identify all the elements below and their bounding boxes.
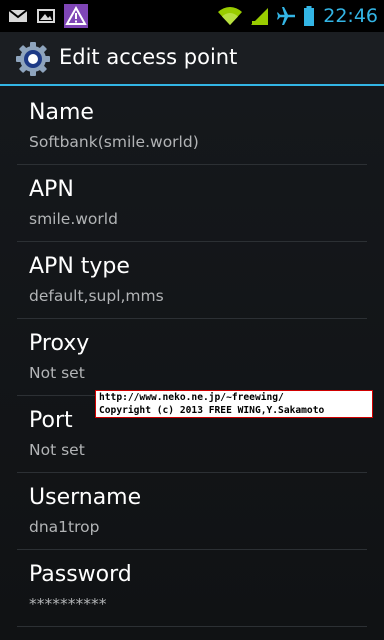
pref-item-apn[interactable]: APN smile.world <box>17 165 367 242</box>
pref-title: Proxy <box>29 331 90 356</box>
pref-summary: dna1trop <box>29 518 100 536</box>
battery-icon <box>304 6 315 26</box>
pref-item-proxy[interactable]: Proxy Not set <box>17 319 367 396</box>
watermark-url: http://www.neko.ne.jp/~freewing/ <box>99 392 284 403</box>
pref-item-apn-type[interactable]: APN type default,supl,mms <box>17 242 367 319</box>
pref-summary: default,supl,mms <box>29 287 164 305</box>
watermark-copyright: Copyright (c) 2013 FREE WING,Y.Sakamoto <box>99 405 325 416</box>
settings-gear-icon[interactable] <box>14 40 52 78</box>
pref-summary: ********** <box>29 595 107 613</box>
pref-title: APN type <box>29 254 130 279</box>
clock: 22:46 <box>323 5 378 27</box>
wifi-icon <box>218 7 243 25</box>
pref-summary: Softbank(smile.world) <box>29 133 199 151</box>
copyright-watermark: http://www.neko.ne.jp/~freewing/ Copyrig… <box>95 390 373 418</box>
pref-title: Username <box>29 485 142 510</box>
pref-title: Name <box>29 100 94 125</box>
pref-item-username[interactable]: Username dna1trop <box>17 473 367 550</box>
screen: 22:46 Edit access point Name Softbank(sm… <box>0 0 384 640</box>
gallery-icon <box>37 9 55 23</box>
system-status: 22:46 <box>217 0 378 32</box>
preference-list: Name Softbank(smile.world) APN smile.wor… <box>0 88 384 627</box>
pref-title: APN <box>29 177 74 202</box>
pref-item-password[interactable]: Password ********** <box>17 550 367 627</box>
notification-icons[interactable] <box>8 4 88 28</box>
pref-summary: Not set <box>29 364 85 382</box>
pref-summary: smile.world <box>29 210 118 228</box>
airplane-mode-icon <box>277 7 296 25</box>
pref-item-name[interactable]: Name Softbank(smile.world) <box>17 88 367 165</box>
status-bar: 22:46 <box>0 0 384 32</box>
pref-title: Password <box>29 562 132 587</box>
pref-title: Port <box>29 408 73 433</box>
page-title: Edit access point <box>59 45 238 69</box>
gmail-icon <box>8 9 28 22</box>
pref-summary: Not set <box>29 441 85 459</box>
action-bar: Edit access point <box>0 32 384 86</box>
warning-icon <box>64 4 88 28</box>
signal-icon <box>251 8 269 25</box>
